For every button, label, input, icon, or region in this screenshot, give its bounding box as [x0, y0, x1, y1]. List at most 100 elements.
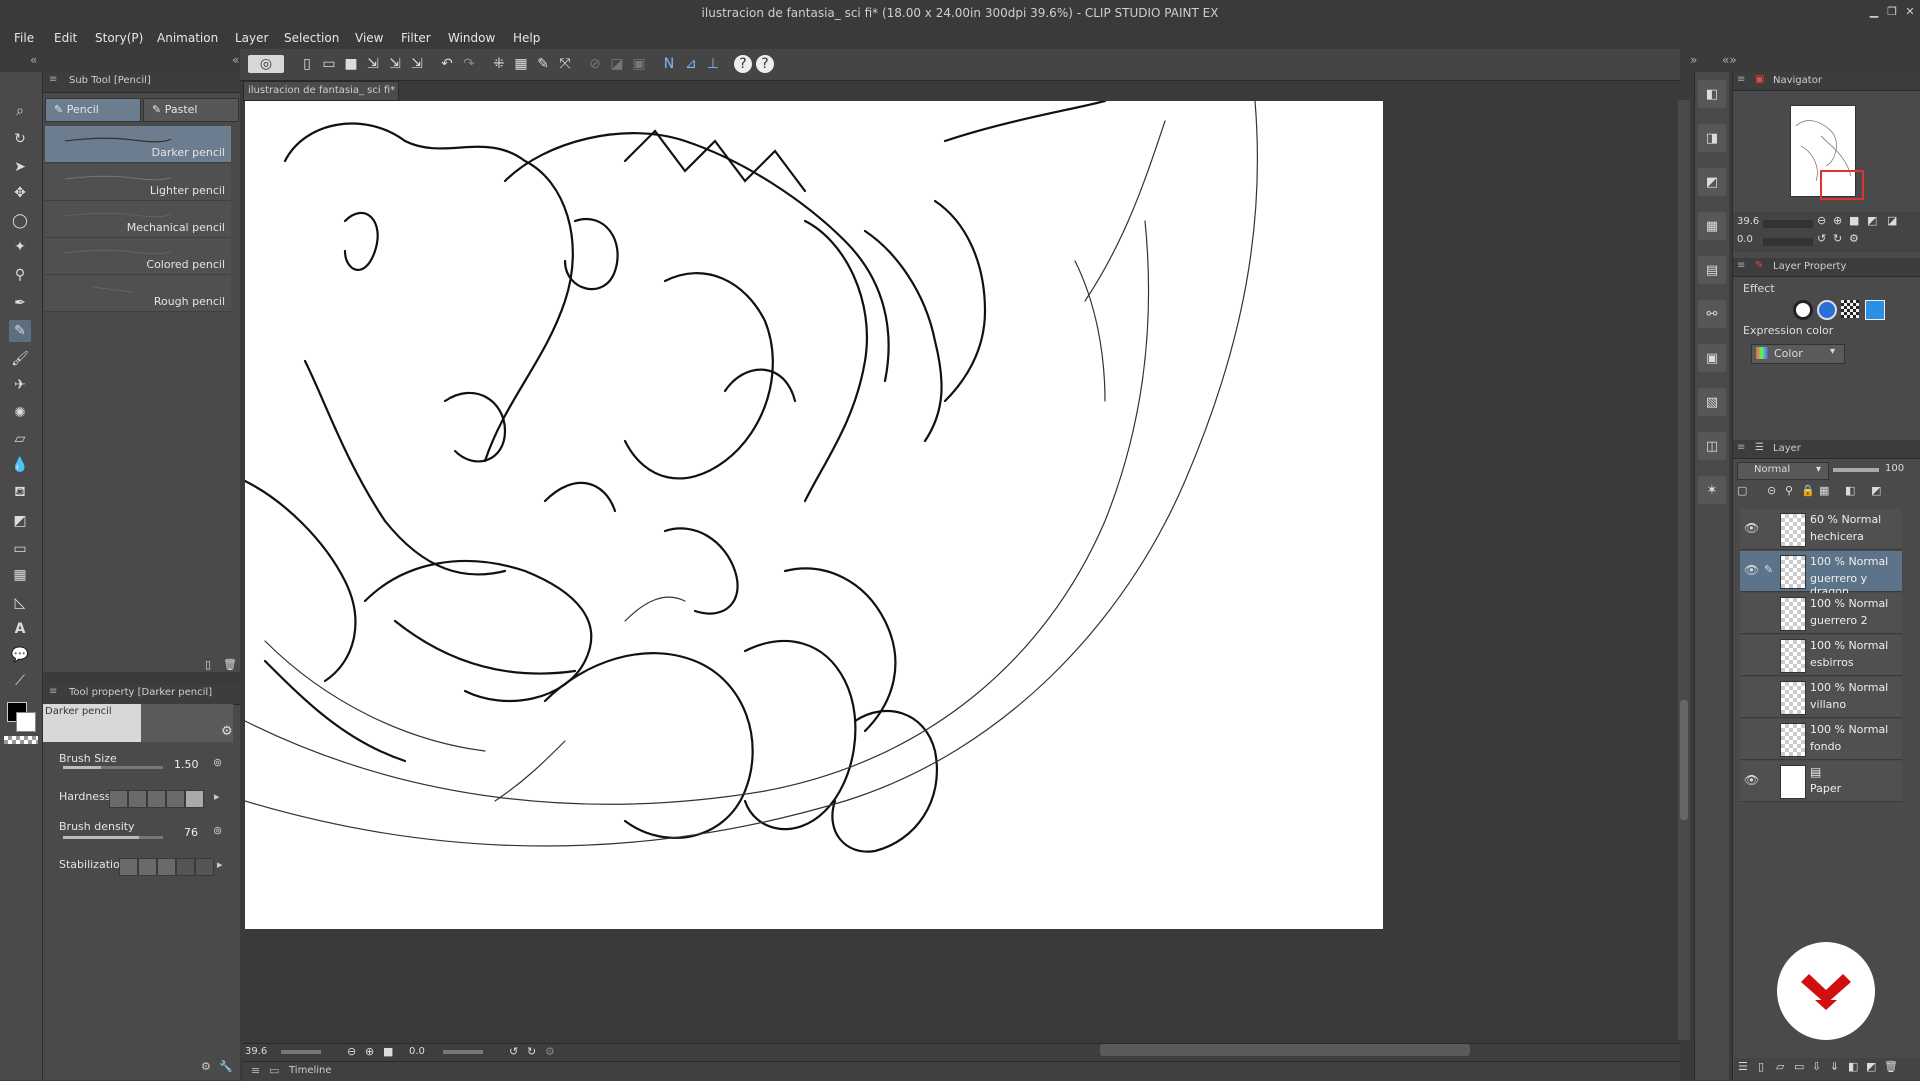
quick-access-icon[interactable]: ◫ — [1698, 432, 1726, 460]
layer-color-icon[interactable] — [1865, 300, 1885, 320]
undo-icon[interactable]: ↶ — [438, 55, 456, 73]
nav-rotate-right-icon[interactable]: ↻ — [1833, 232, 1842, 245]
brush-density-value[interactable]: 76 — [184, 826, 198, 839]
text-icon[interactable]: A — [9, 618, 31, 640]
collapse-subtool-icon[interactable]: « — [232, 53, 239, 67]
brush-rough-pencil[interactable]: Rough pencil — [45, 275, 231, 312]
stabilization-arrow-icon[interactable]: ▸ — [217, 858, 223, 871]
brush-icon[interactable]: 🖌 — [9, 348, 31, 370]
eye-icon[interactable]: 👁 — [1744, 773, 1759, 787]
snap-grid-icon[interactable]: ⊥ — [704, 55, 722, 73]
expression-color-select[interactable]: Color ▾ — [1751, 344, 1845, 364]
material-icon[interactable]: ◩ — [1698, 168, 1726, 196]
tab-pencil[interactable]: ✎ Pencil — [45, 98, 141, 122]
collapse-right-icon[interactable]: «» — [1722, 53, 1737, 67]
export-png-icon[interactable]: ⇲ — [386, 55, 404, 73]
open-file-icon[interactable]: ▭ — [320, 55, 338, 73]
hardness-step-3[interactable] — [147, 790, 166, 808]
brush-mechanical-pencil[interactable]: Mechanical pencil — [45, 201, 231, 238]
help-icon[interactable]: ? — [734, 55, 752, 73]
panel-menu-icon[interactable]: ≡ — [49, 686, 57, 697]
menu-file[interactable]: File — [14, 31, 34, 45]
export-icon[interactable]: ⇲ — [364, 55, 382, 73]
opacity-slider[interactable] — [1833, 468, 1879, 472]
airbrush-icon[interactable]: ✈ — [9, 374, 31, 396]
zoom-out-icon[interactable]: ⊖ — [347, 1045, 356, 1058]
angle-value[interactable]: 0.0 — [409, 1046, 425, 1057]
settings-gear-icon[interactable]: ⚙ — [201, 1060, 211, 1073]
ruler-icon[interactable]: ◺ — [9, 592, 31, 614]
stabilization-step-2[interactable] — [138, 858, 157, 876]
horizontal-scroll-thumb[interactable] — [1100, 1044, 1470, 1056]
stabilization-step-3[interactable] — [157, 858, 176, 876]
new-vector-layer-icon[interactable]: ▱ — [1776, 1060, 1784, 1073]
brush-darker-pencil[interactable]: Darker pencil — [45, 126, 231, 163]
transform-icon[interactable]: ✎ — [534, 55, 552, 73]
ruler-show-icon[interactable]: ◩ — [1871, 484, 1881, 497]
lock-transparent-icon[interactable]: ▦ — [1819, 484, 1829, 497]
nav-flip-icon[interactable]: ◩ — [1867, 214, 1877, 227]
mask-add-icon[interactable]: ◧ — [1848, 1060, 1858, 1073]
menu-window[interactable]: Window — [448, 31, 495, 45]
snap-ruler-icon[interactable]: N — [660, 55, 678, 73]
nav-zoom-out-icon[interactable]: ⊖ — [1817, 214, 1826, 227]
navigator-zoom-slider[interactable] — [1763, 220, 1813, 228]
image-material-icon[interactable]: ▣ — [1698, 344, 1726, 372]
tone-icon[interactable] — [1841, 300, 1859, 318]
menu-layer[interactable]: Layer — [235, 31, 268, 45]
panel-menu-icon[interactable]: ≡ — [1737, 260, 1745, 271]
expand-right-icon[interactable]: » — [1690, 53, 1697, 67]
stabilization-step-4[interactable] — [176, 858, 195, 876]
blend-mode-select[interactable]: Normal ▾ — [1737, 462, 1829, 480]
sub-view-icon[interactable]: ◧ — [1698, 80, 1726, 108]
sub-tool-detail-icon[interactable]: ✶ — [1698, 476, 1726, 504]
layer-color-box-icon[interactable]: ▢ — [1737, 484, 1747, 497]
balloon-icon[interactable]: 💬 — [9, 644, 31, 666]
zoom-icon[interactable]: ⌕ — [9, 100, 31, 122]
deselect-icon[interactable]: ▣ — [630, 55, 648, 73]
transparent-color[interactable] — [4, 736, 38, 744]
layer-row[interactable]: 100 % Normal villano — [1740, 677, 1902, 718]
fit-icon[interactable]: ■ — [383, 1045, 393, 1058]
eyedropper-icon[interactable]: ⚲ — [9, 264, 31, 286]
zoom-slider[interactable] — [281, 1050, 321, 1054]
new-subtool-icon[interactable]: ▯ — [205, 658, 211, 671]
stabilization-step-1[interactable] — [119, 858, 138, 876]
navigator-rotate-slider[interactable] — [1763, 238, 1813, 246]
brush-colored-pencil[interactable]: Colored pencil — [45, 238, 231, 275]
nav-flip-v-icon[interactable]: ◪ — [1887, 214, 1897, 227]
operation-icon[interactable]: ➤ — [9, 156, 31, 178]
eye-icon[interactable]: 👁 — [1744, 563, 1759, 577]
mask-icon[interactable]: ◧ — [1845, 484, 1855, 497]
panel-menu-icon[interactable]: ≡ — [1737, 74, 1745, 85]
menu-view[interactable]: View — [355, 31, 383, 45]
delete-layer-icon[interactable]: 🗑 — [1884, 1060, 1898, 1073]
menu-help[interactable]: Help — [513, 31, 540, 45]
delete-subtool-icon[interactable]: 🗑 — [223, 658, 237, 671]
transfer-down-icon[interactable]: ⇩ — [1812, 1060, 1821, 1073]
lock-icon[interactable]: 🔒 — [1801, 484, 1815, 497]
layer-row[interactable]: 👁 ▤ Paper — [1740, 761, 1902, 802]
menu-filter[interactable]: Filter — [401, 31, 431, 45]
panel-menu-icon[interactable]: ≡ — [49, 74, 57, 85]
panel-menu-icon[interactable]: ≡ — [1737, 442, 1745, 453]
minimize-button[interactable]: ▁ — [1866, 4, 1882, 20]
auto-action-icon[interactable]: ▧ — [1698, 388, 1726, 416]
vertical-scrollbar[interactable] — [1678, 100, 1690, 1040]
timeline-menu-icon[interactable]: ≡ — [251, 1064, 260, 1077]
merge-icon[interactable]: ⇓ — [1830, 1060, 1839, 1073]
eraser-icon[interactable]: ▱ — [9, 428, 31, 450]
item-bank-icon[interactable]: ◨ — [1698, 124, 1726, 152]
timeline-bar[interactable]: ≡ ▭ Timeline — [243, 1061, 1680, 1081]
new-file-icon[interactable]: ▯ — [298, 55, 316, 73]
pen-icon[interactable]: ✒ — [9, 292, 31, 314]
blend-icon[interactable]: 💧 — [9, 454, 31, 476]
hardness-step-2[interactable] — [128, 790, 147, 808]
search-layer-icon[interactable]: ⚯ — [1698, 300, 1726, 328]
flip-icon[interactable]: ⚙ — [545, 1045, 555, 1058]
stabilization-step-5[interactable] — [195, 858, 214, 876]
close-button[interactable]: ✕ — [1902, 4, 1918, 20]
pencil-icon[interactable]: ✎ — [9, 320, 31, 342]
redo-icon[interactable]: ↷ — [460, 55, 478, 73]
gradient-icon[interactable]: ◩ — [9, 510, 31, 532]
